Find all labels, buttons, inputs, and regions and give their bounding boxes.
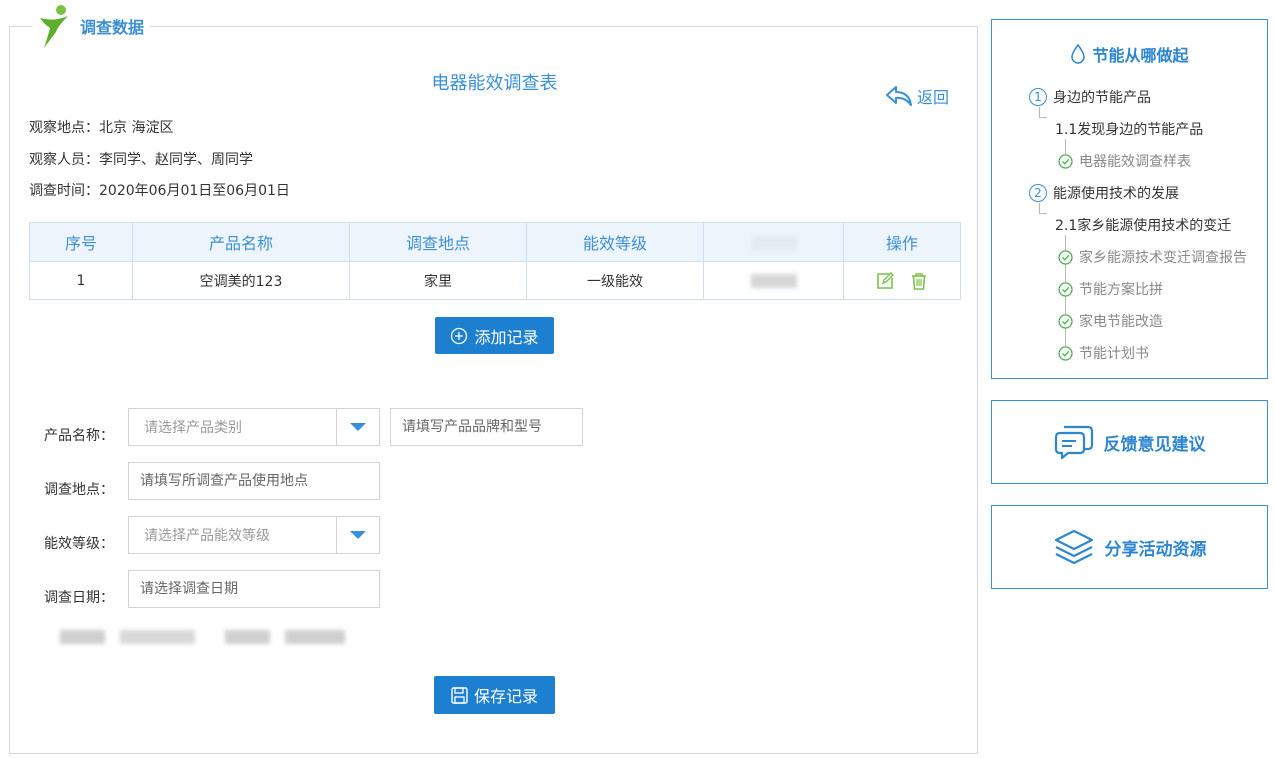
guide-title-text: 节能从哪做起 <box>1092 46 1189 65</box>
layers-icon <box>1054 529 1093 565</box>
leaf-label: 节能方案比拼 <box>1079 282 1163 298</box>
add-record-label: 添加记录 <box>474 327 539 347</box>
guide-leaf-survey-sample[interactable]: 电器能效调查样表 <box>1058 151 1191 171</box>
share-button[interactable]: 分享活动资源 <box>992 506 1267 588</box>
cell-product: 空调美的123 <box>132 261 350 300</box>
tree-connector <box>1039 203 1040 213</box>
section-label: 身边的节能产品 <box>1053 90 1151 106</box>
leaf-label: 节能计划书 <box>1079 346 1149 362</box>
save-record-button[interactable]: 保存记录 <box>434 676 555 714</box>
return-arrow-icon <box>885 86 912 106</box>
check-circle-icon <box>1058 281 1073 297</box>
guide-leaf-plan-contest[interactable]: 节能方案比拼 <box>1058 279 1163 299</box>
product-label: 产品名称： <box>44 428 114 444</box>
level-placeholder: 请选择产品能效等级 <box>144 528 270 544</box>
tree-connector <box>1039 107 1040 117</box>
plus-circle-icon <box>451 327 468 344</box>
add-record-button[interactable]: 添加记录 <box>435 317 554 354</box>
tree-connector <box>1039 213 1047 214</box>
check-circle-icon <box>1058 249 1073 265</box>
date-label: 调查日期： <box>44 590 114 606</box>
section-number: 2 <box>1029 184 1047 202</box>
col-index: 序号 <box>29 222 133 262</box>
cell-index: 1 <box>29 261 133 300</box>
col-product: 产品名称 <box>132 222 350 262</box>
guide-sub-2-1[interactable]: 2.1家乡能源使用技术的变迁 <box>1055 215 1231 235</box>
location-input[interactable] <box>128 462 380 500</box>
trash-icon[interactable] <box>910 272 928 290</box>
panel-title: 调查数据 <box>80 18 145 37</box>
chat-bubble-icon <box>1054 425 1093 460</box>
level-label: 能效等级： <box>44 536 114 552</box>
guide-title: 节能从哪做起 <box>992 42 1267 66</box>
water-drop-icon <box>1071 44 1086 64</box>
check-circle-icon <box>1058 153 1073 169</box>
product-category-select[interactable]: 请选择产品类别 <box>128 408 380 446</box>
section-number: 1 <box>1029 88 1047 106</box>
redacted-note <box>225 630 270 644</box>
table-header-row: 序号 产品名称 调查地点 能效等级 操作 <box>29 222 961 262</box>
guide-section-2[interactable]: 2 能源使用技术的发展 <box>1029 183 1179 203</box>
save-disk-icon <box>451 686 468 704</box>
guide-leaf-energy-plan[interactable]: 节能计划书 <box>1058 343 1149 363</box>
check-circle-icon <box>1058 345 1073 361</box>
back-label: 返回 <box>916 88 949 107</box>
check-circle-icon <box>1058 313 1073 329</box>
redacted-value <box>750 273 797 288</box>
redacted-note <box>120 630 195 644</box>
panel-header: 调查数据 <box>32 1 151 51</box>
col-level: 能效等级 <box>526 222 704 262</box>
chevron-down-icon[interactable] <box>336 517 379 553</box>
level-select[interactable]: 请选择产品能效等级 <box>128 516 380 554</box>
feedback-button[interactable]: 反馈意见建议 <box>992 401 1267 483</box>
date-input[interactable] <box>128 570 380 608</box>
section-label: 能源使用技术的发展 <box>1053 186 1179 202</box>
chevron-down-icon[interactable] <box>336 409 379 445</box>
share-box: 分享活动资源 <box>991 505 1268 589</box>
guide-section-1[interactable]: 1 身边的节能产品 <box>1029 87 1151 107</box>
guide-leaf-hometown-report[interactable]: 家乡能源技术变迁调查报告 <box>1058 247 1247 267</box>
info-observers: 观察人员：李同学、赵同学、周同学 <box>29 152 253 168</box>
guide-leaf-appliance-retrofit[interactable]: 家电节能改造 <box>1058 311 1163 331</box>
cell-redacted <box>703 261 844 300</box>
feedback-label: 反馈意见建议 <box>1103 434 1206 455</box>
survey-table: 序号 产品名称 调查地点 能效等级 操作 1 空调美的123 家里 一级能效 <box>29 222 961 300</box>
tree-connector <box>1039 117 1047 118</box>
leaf-label: 电器能效调查样表 <box>1079 154 1191 170</box>
product-model-input[interactable] <box>390 408 583 446</box>
back-link[interactable]: 返回 <box>885 84 949 108</box>
col-location: 调查地点 <box>349 222 527 262</box>
info-location: 观察地点：北京 海淀区 <box>29 120 174 136</box>
leaf-label: 家电节能改造 <box>1079 314 1163 330</box>
feedback-box: 反馈意见建议 <box>991 400 1268 484</box>
info-time: 调查时间：2020年06月01日至06月01日 <box>29 183 290 199</box>
col-actions: 操作 <box>843 222 961 262</box>
redacted-note <box>60 630 105 644</box>
col-redacted <box>703 222 844 262</box>
leaf-label: 家乡能源技术变迁调查报告 <box>1079 250 1247 266</box>
runner-logo-icon <box>40 5 68 48</box>
table-row: 1 空调美的123 家里 一级能效 <box>29 261 961 300</box>
redacted-note <box>285 630 345 644</box>
redacted-header <box>750 236 797 250</box>
cell-actions <box>843 261 961 300</box>
edit-icon[interactable] <box>876 271 894 290</box>
guide-panel: 节能从哪做起 1 身边的节能产品 1.1发现身边的节能产品 电器能效调查样表 2… <box>991 19 1268 379</box>
guide-sub-1-1[interactable]: 1.1发现身边的节能产品 <box>1055 119 1203 139</box>
location-label: 调查地点： <box>44 482 114 498</box>
cell-level: 一级能效 <box>526 261 704 300</box>
survey-panel: 调查数据 电器能效调查表 返回 观察地点：北京 海淀区 观察人员：李同学、赵同学… <box>9 1 978 754</box>
product-category-placeholder: 请选择产品类别 <box>144 420 242 436</box>
cell-location: 家里 <box>349 261 527 300</box>
share-label: 分享活动资源 <box>1104 539 1207 560</box>
save-record-label: 保存记录 <box>473 687 538 706</box>
survey-title: 电器能效调查表 <box>431 73 558 94</box>
